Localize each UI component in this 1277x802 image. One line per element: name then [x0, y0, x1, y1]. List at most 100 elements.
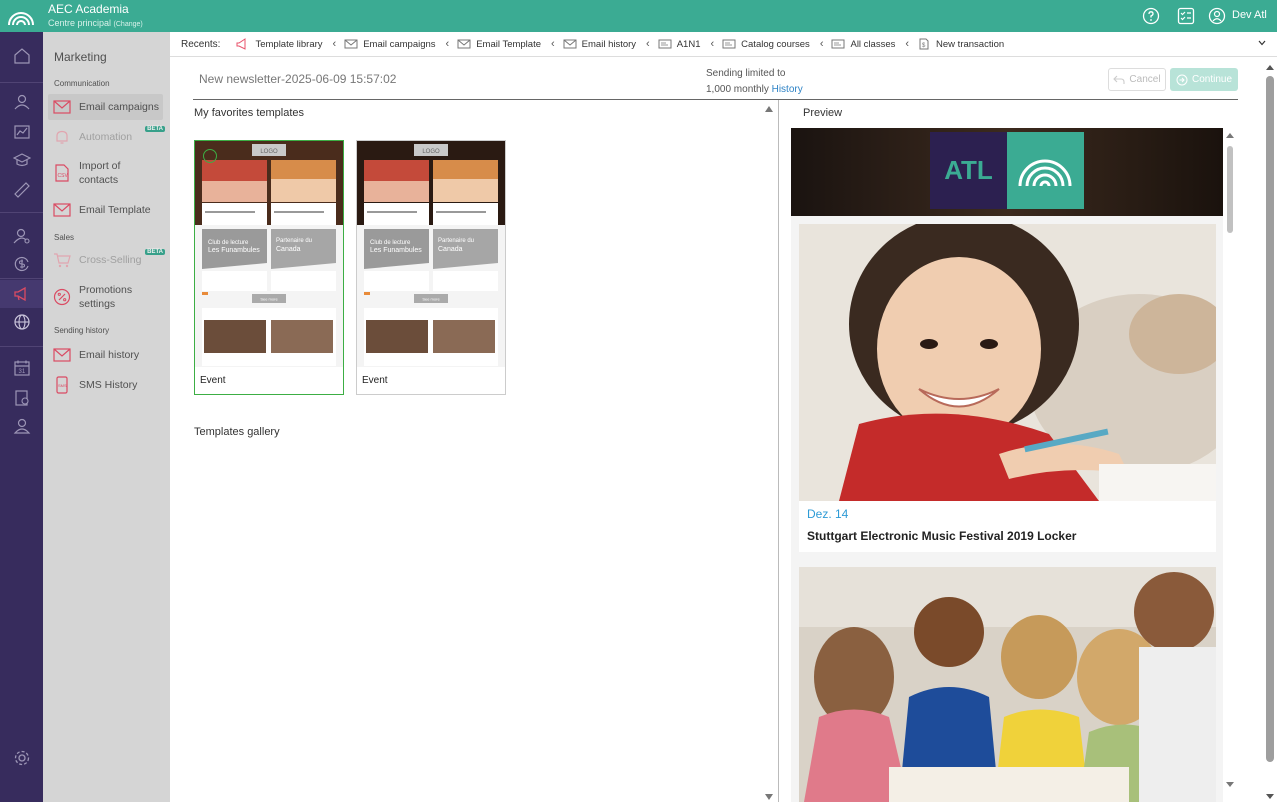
continue-button[interactable]: Continue [1170, 68, 1238, 91]
thumb-see-more: See more [422, 297, 440, 302]
thumb-club-line-1: Club de lecture [208, 240, 249, 246]
templates-scrollbar[interactable] [764, 104, 774, 802]
limit-line-2: 1,000 monthly [706, 84, 769, 95]
template-card[interactable]: LOGO Club de lecture Les Funambules Part… [194, 140, 344, 395]
dollar-doc-icon: $ [919, 38, 929, 50]
svg-text:SMS: SMS [58, 383, 67, 388]
nav-contacts[interactable] [0, 88, 43, 116]
nav-web[interactable] [0, 308, 43, 336]
submenu-item-sms-history[interactable]: SMS SMS History [48, 372, 163, 398]
nav-calendar[interactable]: 31 [0, 354, 43, 382]
section-sending-history: Sending history [54, 326, 110, 335]
scroll-thumb[interactable] [1266, 76, 1274, 762]
gear-icon [14, 750, 29, 766]
sending-limit-info: Sending limited to 1,000 monthly History [706, 66, 803, 98]
scroll-up-arrow-icon[interactable] [1226, 133, 1234, 138]
chevron-left-icon: ‹ [445, 38, 450, 50]
nav-reports[interactable] [0, 118, 43, 146]
person-icon [14, 94, 29, 110]
nav-staff[interactable] [0, 222, 43, 250]
submenu-item-cross-selling[interactable]: Cross-Selling BETA [48, 247, 165, 273]
recent-item-label: Template library [255, 38, 323, 50]
checklist-icon[interactable] [1177, 7, 1195, 25]
scroll-up-arrow-icon[interactable] [765, 106, 773, 112]
envelope-icon [457, 39, 471, 49]
recent-item-new-transaction[interactable]: ‹ $ New transaction [905, 38, 1004, 50]
history-link[interactable]: History [772, 84, 803, 95]
nav-teachers[interactable] [0, 412, 43, 440]
nav-settings[interactable] [0, 744, 43, 772]
megaphone-icon [236, 38, 246, 50]
globe-icon [13, 314, 30, 330]
section-sales: Sales [54, 233, 75, 242]
rainbow-logo-icon [1007, 132, 1084, 209]
beta-badge: BETA [145, 126, 165, 132]
thumb-club-line-1: Club de lecture [370, 240, 411, 246]
page-scrollbar[interactable] [1265, 62, 1275, 802]
scroll-down-arrow-icon[interactable] [1266, 794, 1274, 799]
submenu-item-automation[interactable]: Automation BETA [48, 124, 165, 150]
nav-finance[interactable] [0, 250, 43, 278]
board-icon [722, 39, 736, 49]
marketing-submenu: Marketing Communication Email campaigns … [43, 32, 170, 802]
submenu-item-import-contacts[interactable]: CSV Import of contacts [48, 157, 163, 189]
submenu-item-email-history[interactable]: Email history [48, 342, 163, 368]
scroll-up-arrow-icon[interactable] [1266, 65, 1274, 70]
scroll-thumb[interactable] [1227, 146, 1233, 233]
sms-icon: SMS [51, 374, 73, 396]
nav-settings-doc[interactable] [0, 384, 43, 412]
centre-selector[interactable]: Centre principal (Change) [48, 18, 143, 28]
people-icon [13, 418, 30, 434]
recent-item-email-template[interactable]: ‹ Email Template [446, 38, 541, 50]
recent-item-label: Email campaigns [363, 38, 436, 50]
event-date: Dez. 14 [807, 507, 849, 521]
scroll-down-arrow-icon[interactable] [765, 794, 773, 800]
newsletter-title[interactable]: New newsletter-2025-06-09 15:57:02 [199, 72, 396, 86]
help-icon[interactable] [1142, 7, 1160, 25]
nav-home[interactable] [0, 42, 43, 70]
nav-academics[interactable] [0, 146, 43, 174]
thumb-logo: LOGO [422, 149, 440, 155]
nav-courses[interactable] [0, 176, 43, 204]
centre-change-link[interactable]: (Change) [114, 21, 143, 28]
dollar-cycle-icon [14, 256, 29, 272]
board-icon [831, 39, 845, 49]
scroll-down-arrow-icon[interactable] [1226, 782, 1234, 787]
preview-logo-text: ATL [930, 132, 1007, 209]
cancel-label: Cancel [1129, 74, 1161, 85]
cancel-button[interactable]: Cancel [1108, 68, 1166, 91]
recent-item-template-library[interactable]: Template library [236, 38, 323, 50]
thumb-club-line-2: Les Funambules [370, 247, 422, 254]
thumb-see-more: See more [260, 297, 278, 302]
app-title: AEC Academia [48, 2, 129, 16]
recent-item-email-campaigns[interactable]: ‹ Email campaigns [333, 38, 436, 50]
user-avatar-icon[interactable] [1208, 7, 1226, 25]
user-name[interactable]: Dev Atl [1232, 9, 1267, 21]
envelope-icon [563, 39, 577, 49]
template-card[interactable]: LOGO Club de lecture Les Funambules Part… [356, 140, 506, 395]
submenu-item-label: Email Template [79, 204, 151, 216]
recent-item-label: New transaction [936, 38, 1005, 50]
event-headline[interactable]: Stuttgart Electronic Music Festival 2019… [807, 529, 1076, 543]
newsletter-thumbnail-image: LOGO Club de lecture Les Funambules Part… [195, 141, 343, 367]
submenu-item-email-template[interactable]: Email Template [48, 197, 163, 223]
preview-event-card: Dez. 14 Stuttgart Electronic Music Festi… [799, 224, 1216, 552]
chevron-left-icon: ‹ [332, 38, 337, 50]
recent-item-a1n1[interactable]: ‹ A1N1 [646, 38, 700, 50]
chevron-down-icon[interactable] [1257, 38, 1267, 48]
submenu-item-email-campaigns[interactable]: Email campaigns [48, 94, 163, 120]
app-logo-icon[interactable] [6, 5, 36, 27]
gallery-title: Templates gallery [194, 426, 280, 438]
submenu-item-label: Automation [79, 131, 133, 143]
preview-banner: ATL [791, 128, 1223, 216]
email-preview: ATL Dez. 14 Stuttgart Electronic Music F… [791, 128, 1223, 802]
chevron-left-icon: ‹ [551, 38, 555, 50]
recent-item-catalog-courses[interactable]: ‹ Catalog courses [710, 38, 809, 50]
preview-scrollbar[interactable] [1225, 130, 1235, 790]
submenu-item-promotions-settings[interactable]: Promotions settings [48, 281, 163, 313]
recent-item-email-history[interactable]: ‹ Email history [551, 38, 636, 50]
nav-marketing[interactable] [0, 280, 43, 308]
recent-item-all-classes[interactable]: ‹ All classes [820, 38, 896, 50]
envelope-icon [51, 344, 73, 366]
template-label: Event [362, 375, 388, 386]
